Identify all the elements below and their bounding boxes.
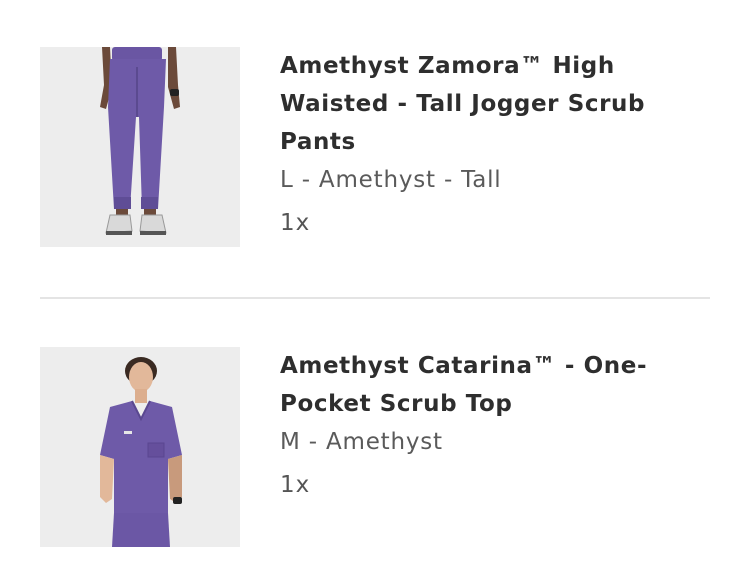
item-divider bbox=[40, 297, 710, 299]
top-photo-graphic bbox=[40, 347, 240, 547]
product-image-pants[interactable] bbox=[40, 47, 240, 247]
product-variant: M - Amethyst bbox=[280, 429, 443, 455]
product-title[interactable]: Amethyst Zamora™ High Waisted - Tall Jog… bbox=[280, 47, 680, 161]
product-title[interactable]: Amethyst Catarina™ - One-Pocket Scrub To… bbox=[280, 347, 660, 423]
product-quantity: 1x bbox=[280, 472, 311, 498]
product-image-top[interactable] bbox=[40, 347, 240, 547]
pants-photo-graphic bbox=[40, 47, 240, 247]
item-details: Amethyst Catarina™ - One-Pocket Scrub To… bbox=[280, 347, 700, 505]
item-details: Amethyst Zamora™ High Waisted - Tall Jog… bbox=[280, 47, 700, 243]
product-variant: L - Amethyst - Tall bbox=[280, 167, 502, 193]
cart-item-list: Amethyst Zamora™ High Waisted - Tall Jog… bbox=[0, 0, 750, 567]
product-quantity: 1x bbox=[280, 210, 311, 236]
